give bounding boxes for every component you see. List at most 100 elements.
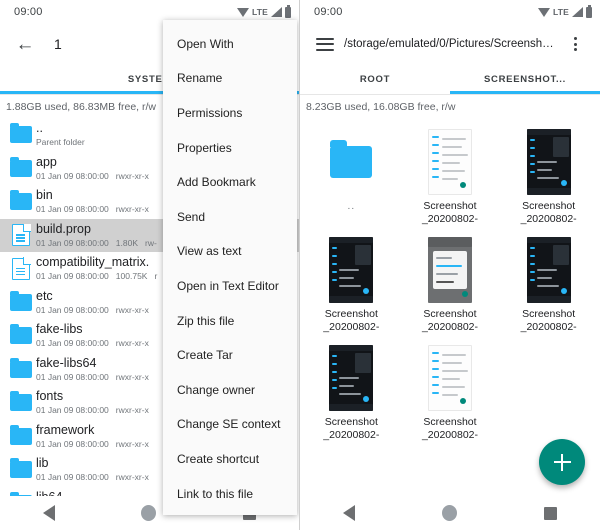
thumbnail-image (523, 128, 575, 196)
right-storage-info: 8.23GB used, 16.08GB free, r/w (306, 101, 456, 113)
file-date: 01 Jan 09 08:00:00 (36, 371, 109, 382)
navigation-drawer-button[interactable] (310, 29, 340, 59)
battery-icon (285, 4, 291, 18)
grid-item[interactable]: Screenshot _20200802- (302, 230, 401, 338)
overflow-menu-icon (567, 36, 583, 52)
folder-icon (6, 324, 36, 345)
file-permissions: rwxr-xr-x (115, 338, 149, 349)
file-date: 01 Jan 09 08:00:00 (36, 405, 109, 416)
network-type-label: LTE (552, 7, 569, 17)
file-subtitle: Parent folder (36, 137, 85, 148)
hamburger-icon (316, 37, 334, 51)
grid-item[interactable]: Screenshot _20200802- (499, 122, 598, 230)
grid-item[interactable]: .. (302, 122, 401, 230)
menu-item[interactable]: Change SE context (163, 408, 297, 443)
wifi-icon (537, 7, 550, 17)
file-permissions: rwxr-xr-x (115, 405, 149, 416)
battery-icon (586, 4, 592, 18)
file-permissions: rwxr-xr-x (115, 438, 149, 449)
folder-icon (6, 458, 36, 479)
grid-item-label: .. (347, 201, 356, 212)
folder-icon (6, 190, 36, 211)
grid-item[interactable]: Screenshot _20200802- (499, 230, 598, 338)
file-date: 01 Jan 09 08:00:00 (36, 438, 109, 449)
file-permissions: rwxr-xr-x (115, 472, 149, 483)
menu-item[interactable]: View as text (163, 235, 297, 270)
menu-item[interactable]: Link to this file (163, 477, 297, 512)
nav-home-icon[interactable] (141, 505, 157, 521)
file-date: 01 Jan 09 08:00:00 (36, 170, 109, 181)
nav-home-icon[interactable] (441, 505, 457, 521)
right-phone-panel: 09:00 LTE /storage/emulated/0/Pictures/S… (300, 0, 600, 530)
menu-item[interactable]: Create Tar (163, 338, 297, 373)
tab-root[interactable]: ROOT (300, 64, 450, 94)
grid-item-label: Screenshot _20200802- (421, 200, 479, 225)
signal-icon (271, 7, 282, 17)
back-arrow-icon: ← (15, 33, 35, 55)
tab-screenshots[interactable]: SCREENSHOT... (450, 64, 600, 94)
menu-item[interactable]: Permissions (163, 96, 297, 131)
menu-item[interactable]: Change owner (163, 373, 297, 408)
thumbnail-image (325, 344, 377, 412)
tab-indicator (450, 91, 600, 94)
screenshot-grid[interactable]: .. Screenshot _20200802- Screenshot _2020080… (300, 118, 600, 446)
left-phone-panel: 09:00 LTE ← 1 SYSTEM 1.88GB used, 86.83M… (0, 0, 300, 530)
nav-back-icon[interactable] (343, 505, 356, 521)
menu-item[interactable]: Open With (163, 27, 297, 62)
grid-item-label: Screenshot _20200802- (323, 416, 380, 441)
context-menu[interactable]: Open With Rename Permissions Properties Add … (163, 20, 297, 516)
grid-item[interactable]: Screenshot _20200802- (401, 230, 500, 338)
right-toolbar: /storage/emulated/0/Pictures/Screenshots (300, 24, 600, 64)
status-clock: 09:00 (314, 6, 343, 18)
folder-icon (6, 156, 36, 177)
signal-icon (572, 7, 583, 17)
menu-item[interactable]: Properties (163, 131, 297, 166)
dual-screenshot-root: 09:00 LTE ← 1 SYSTEM 1.88GB used, 86.83M… (0, 0, 600, 530)
add-fab-button[interactable] (539, 439, 585, 485)
grid-item-label: Screenshot _20200802- (421, 416, 479, 441)
thumbnail-image (523, 236, 575, 304)
grid-item[interactable]: Screenshot _20200802- (401, 122, 500, 230)
overflow-menu-button[interactable] (560, 29, 590, 59)
menu-item[interactable]: Send (163, 200, 297, 235)
right-tab-bar: ROOT SCREENSHOT... (300, 64, 600, 94)
file-date: 01 Jan 09 08:00:00 (36, 271, 109, 282)
file-permissions: rw- (145, 237, 157, 248)
file-date: 01 Jan 09 08:00:00 (36, 204, 109, 215)
back-button[interactable]: ← (10, 29, 40, 59)
thumbnail-image (424, 344, 476, 412)
folder-icon (6, 357, 36, 378)
file-size: 1.80K (115, 237, 139, 248)
right-status-bar: 09:00 LTE (300, 0, 600, 24)
menu-item[interactable]: Add Bookmark (163, 165, 297, 200)
file-date: 01 Jan 09 08:00:00 (36, 304, 109, 315)
folder-icon (6, 391, 36, 412)
status-system-icons: LTE (537, 4, 592, 18)
nav-recents-icon[interactable] (543, 506, 557, 520)
network-type-label: LTE (251, 7, 268, 17)
file-date: 01 Jan 09 08:00:00 (36, 237, 109, 248)
grid-item-label: Screenshot _20200802- (520, 200, 577, 225)
grid-item-label: Screenshot _20200802- (323, 308, 380, 333)
folder-icon (325, 128, 377, 196)
nav-back-icon[interactable] (43, 505, 56, 521)
folder-icon (6, 290, 36, 311)
menu-item[interactable]: Rename (163, 62, 297, 97)
wifi-icon (236, 7, 249, 17)
selection-count-label: 1 (54, 36, 62, 52)
file-icon (6, 224, 36, 247)
status-system-icons: LTE (236, 4, 291, 18)
current-path-label: /storage/emulated/0/Pictures/Screenshots (344, 38, 558, 50)
folder-icon (6, 424, 36, 445)
grid-item-label: Screenshot _20200802- (520, 308, 577, 333)
grid-item-label: Screenshot _20200802- (421, 308, 479, 333)
thumbnail-image (424, 128, 476, 196)
grid-item[interactable]: Screenshot _20200802- (401, 338, 500, 446)
menu-item[interactable]: Open in Text Editor (163, 269, 297, 304)
menu-item[interactable]: Create shortcut (163, 442, 297, 477)
grid-item[interactable]: Screenshot _20200802- (302, 338, 401, 446)
status-clock: 09:00 (14, 6, 43, 18)
file-permissions: rwxr-xr-x (115, 371, 149, 382)
folder-icon (6, 123, 36, 144)
menu-item[interactable]: Zip this file (163, 304, 297, 339)
